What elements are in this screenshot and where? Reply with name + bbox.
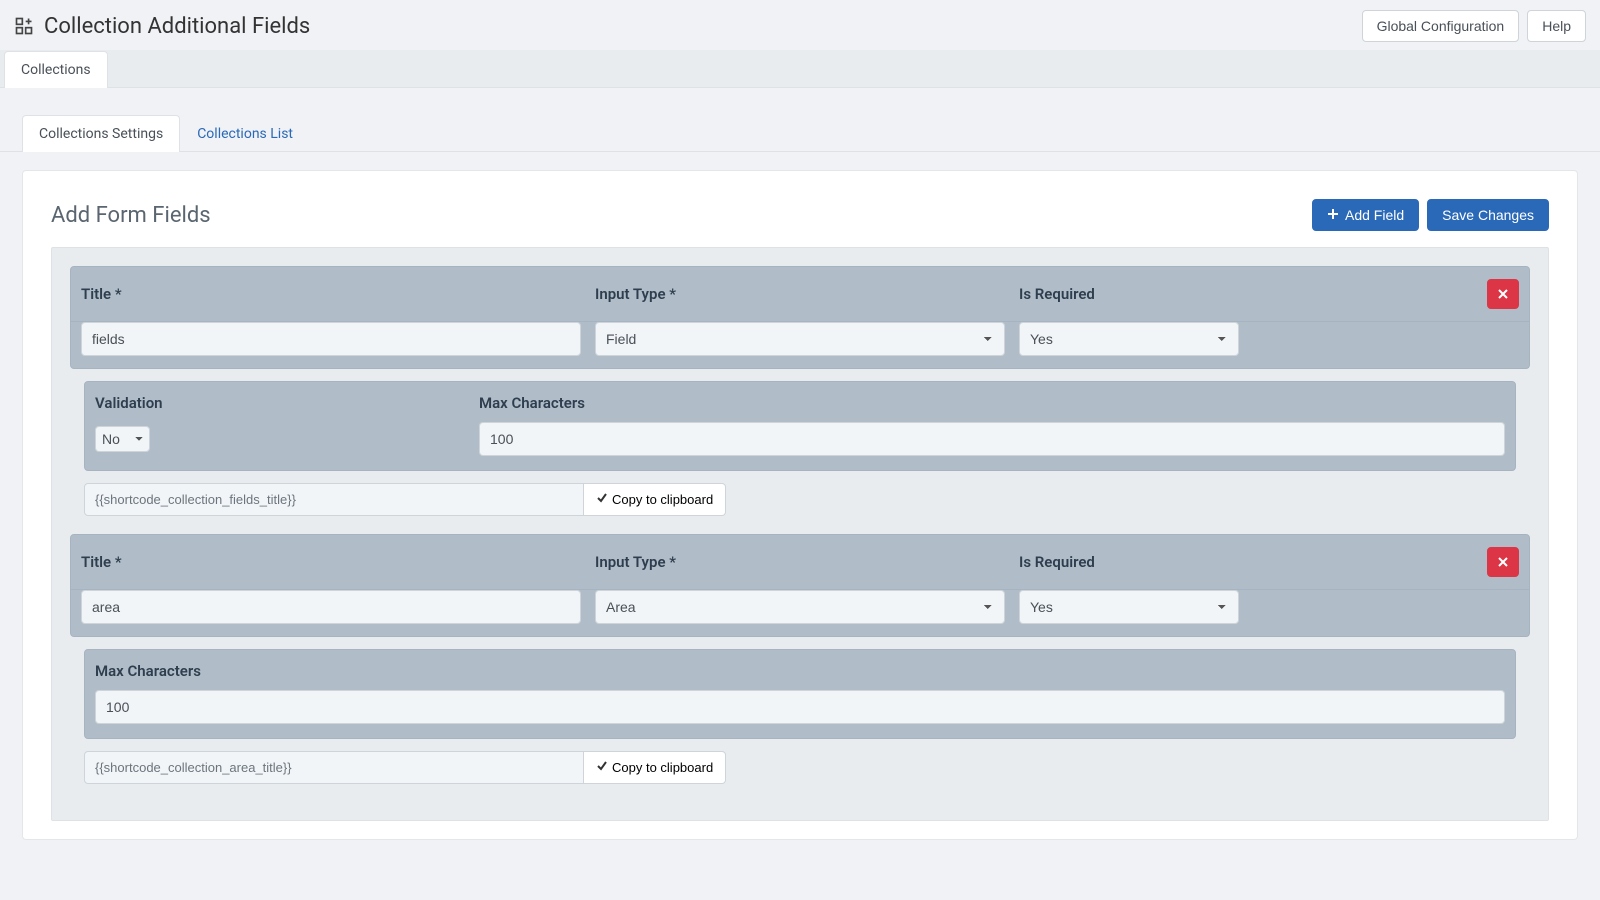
global-configuration-button[interactable]: Global Configuration [1362, 10, 1520, 42]
tab-collections[interactable]: Collections [4, 51, 108, 88]
close-icon [1498, 554, 1508, 570]
sub-row: Max Characters [84, 649, 1516, 739]
field-group: Title * Input Type * Is Required [70, 534, 1530, 784]
tab-nav: Collections Settings Collections List [0, 114, 1600, 152]
label-max-characters: Max Characters [95, 662, 1505, 680]
field-row-body: Field Yes [70, 322, 1530, 369]
is-required-select[interactable]: Yes [1019, 590, 1239, 624]
header-buttons: Global Configuration Help [1362, 10, 1586, 42]
add-field-label: Add Field [1345, 207, 1404, 223]
tabs-top: Collections [0, 50, 1600, 88]
copy-label: Copy to clipboard [612, 492, 713, 507]
content-wrap: Add Form Fields Add Field Save Changes T… [0, 152, 1600, 858]
input-type-select[interactable]: Field [595, 322, 1005, 356]
shortcode-input[interactable] [84, 483, 584, 516]
tab-collections-list[interactable]: Collections List [180, 115, 310, 152]
delete-field-button[interactable] [1487, 279, 1519, 309]
fields-container: Title * Input Type * Is Required [51, 247, 1549, 821]
label-max-characters: Max Characters [479, 394, 1505, 412]
title-input[interactable] [81, 590, 581, 624]
shortcode-row: Copy to clipboard [84, 751, 1516, 784]
field-row-header: Title * Input Type * Is Required [70, 266, 1530, 322]
card-actions: Add Field Save Changes [1312, 199, 1549, 231]
label-is-required: Is Required [1019, 553, 1239, 571]
check-icon [596, 760, 608, 775]
check-icon [596, 492, 608, 507]
card-header: Add Form Fields Add Field Save Changes [51, 199, 1549, 231]
label-is-required: Is Required [1019, 285, 1239, 303]
sub-row: Validation Max Characters No [84, 381, 1516, 471]
shortcode-row: Copy to clipboard [84, 483, 1516, 516]
close-icon [1498, 286, 1508, 302]
is-required-select[interactable]: Yes [1019, 322, 1239, 356]
add-field-button[interactable]: Add Field [1312, 199, 1419, 231]
label-input-type: Input Type * [595, 285, 1005, 303]
field-row-body: Area Yes [70, 590, 1530, 637]
grid-plus-icon [14, 16, 34, 36]
input-type-select[interactable]: Area [595, 590, 1005, 624]
page-title: Collection Additional Fields [44, 14, 310, 39]
copy-to-clipboard-button[interactable]: Copy to clipboard [584, 483, 726, 516]
card: Add Form Fields Add Field Save Changes T… [22, 170, 1578, 840]
page-title-wrap: Collection Additional Fields [14, 14, 310, 39]
help-button[interactable]: Help [1527, 10, 1586, 42]
plus-icon [1327, 207, 1339, 223]
validation-select[interactable]: No [95, 426, 150, 452]
label-input-type: Input Type * [595, 553, 1005, 571]
copy-label: Copy to clipboard [612, 760, 713, 775]
copy-to-clipboard-button[interactable]: Copy to clipboard [584, 751, 726, 784]
field-group: Title * Input Type * Is Required [70, 266, 1530, 516]
label-validation: Validation [95, 394, 465, 412]
save-changes-button[interactable]: Save Changes [1427, 199, 1549, 231]
delete-field-button[interactable] [1487, 547, 1519, 577]
shortcode-input[interactable] [84, 751, 584, 784]
tab-collections-settings[interactable]: Collections Settings [22, 115, 180, 152]
max-characters-input[interactable] [479, 422, 1505, 456]
field-row-header: Title * Input Type * Is Required [70, 534, 1530, 590]
max-characters-input[interactable] [95, 690, 1505, 724]
title-input[interactable] [81, 322, 581, 356]
label-title: Title * [81, 553, 581, 571]
page-header: Collection Additional Fields Global Conf… [0, 0, 1600, 50]
label-title: Title * [81, 285, 581, 303]
card-title: Add Form Fields [51, 203, 211, 228]
